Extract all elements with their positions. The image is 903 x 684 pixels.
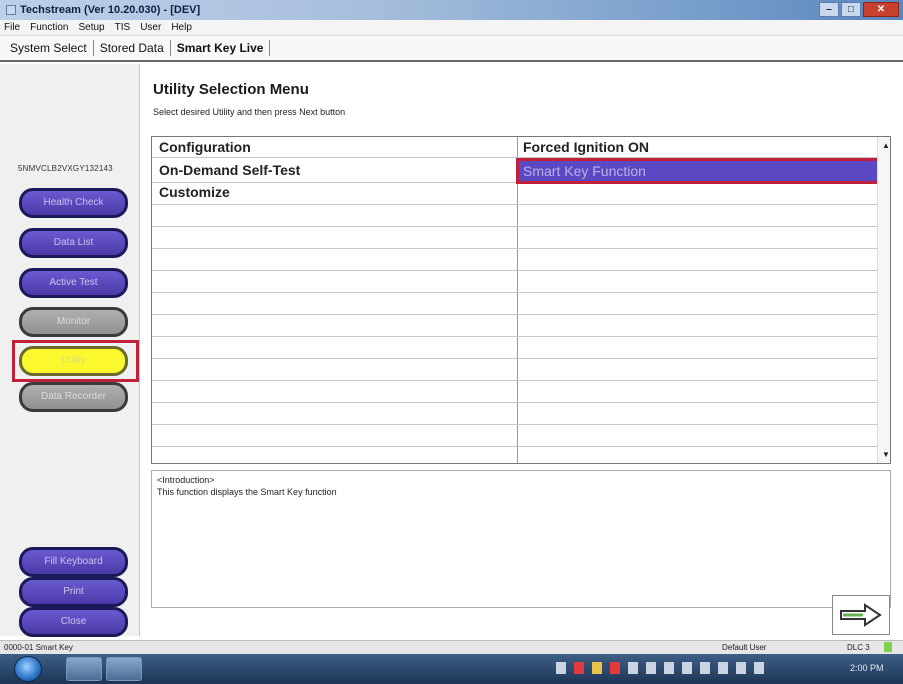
utility-smart-key-function[interactable]: Smart Key Function (516, 158, 882, 184)
maximize-button[interactable]: □ (841, 2, 861, 17)
utility-button[interactable]: Utility (19, 346, 128, 376)
tab-bar: System Select Stored Data Smart Key Live (0, 36, 903, 62)
tab-system-select[interactable]: System Select (4, 40, 94, 56)
menu-tis[interactable]: TIS (115, 22, 131, 33)
menu-file[interactable]: File (4, 22, 20, 33)
menu-function[interactable]: Function (30, 22, 68, 33)
row-divider (152, 292, 878, 293)
introduction-panel: <Introduction> This function displays th… (151, 470, 891, 608)
taskbar-clock: 2:00 PM (850, 663, 884, 673)
row-divider (152, 358, 878, 359)
next-arrow-icon (840, 603, 882, 627)
row-divider (152, 336, 878, 337)
start-button[interactable] (14, 656, 42, 682)
tray-icon[interactable] (628, 662, 638, 674)
status-user: Default User (722, 643, 767, 652)
monitor-button[interactable]: Monitor (19, 307, 128, 337)
scroll-up-icon[interactable]: ▲ (882, 141, 890, 150)
status-bar: 0000-01 Smart Key Default User DLC 3 (0, 640, 903, 654)
menu-user[interactable]: User (140, 22, 161, 33)
taskbar-app-techstream[interactable] (66, 657, 102, 681)
page-title: Utility Selection Menu (153, 81, 309, 98)
scroll-down-icon[interactable]: ▼ (882, 450, 890, 459)
tray-icon[interactable] (574, 662, 584, 674)
tray-icon[interactable] (718, 662, 728, 674)
row-divider (152, 182, 878, 183)
row-divider (152, 270, 878, 271)
utility-customize[interactable]: Customize (159, 184, 230, 201)
utility-forced-ignition-on[interactable]: Forced Ignition ON (523, 139, 649, 156)
tray-icon[interactable] (610, 662, 620, 674)
system-tray (556, 662, 764, 674)
vin-label: 5NMVCLB2VXGY132143 (18, 164, 113, 173)
menu-bar: File Function Setup TIS User Help (0, 20, 903, 36)
sidebar: 5NMVCLB2VXGY132143 Health Check Data Lis… (0, 64, 140, 637)
row-divider (152, 204, 878, 205)
tray-icon[interactable] (700, 662, 710, 674)
tray-icon[interactable] (646, 662, 656, 674)
data-recorder-button[interactable]: Data Recorder (19, 382, 128, 412)
introduction-text: This function displays the Smart Key fun… (157, 487, 337, 497)
utility-list: Configuration On-Demand Self-Test Custom… (151, 136, 891, 464)
tray-icon[interactable] (736, 662, 746, 674)
minimize-button[interactable]: – (819, 2, 839, 17)
column-divider (517, 137, 518, 463)
menu-setup[interactable]: Setup (78, 22, 104, 33)
row-divider (152, 157, 878, 158)
tray-icon[interactable] (754, 662, 764, 674)
list-scrollbar[interactable]: ▲ ▼ (877, 137, 890, 463)
row-divider (152, 314, 878, 315)
title-bar: Techstream (Ver 10.20.030) - [DEV] – □ ✕ (0, 0, 903, 20)
tab-stored-data[interactable]: Stored Data (94, 40, 171, 56)
tray-icon[interactable] (682, 662, 692, 674)
utility-on-demand-self-test[interactable]: On-Demand Self-Test (159, 162, 300, 179)
active-test-button[interactable]: Active Test (19, 268, 128, 298)
status-dlc: DLC 3 (847, 643, 870, 652)
status-system: 0000-01 Smart Key (4, 643, 73, 652)
print-button[interactable]: Print (19, 577, 128, 607)
connection-indicator-icon (884, 642, 892, 652)
utility-configuration[interactable]: Configuration (159, 139, 251, 156)
row-divider (152, 380, 878, 381)
row-divider (152, 446, 878, 447)
tray-icon[interactable] (664, 662, 674, 674)
app-icon (6, 5, 16, 15)
tray-icon[interactable] (592, 662, 602, 674)
page-subtitle: Select desired Utility and then press Ne… (153, 107, 346, 117)
next-button[interactable] (832, 595, 890, 635)
close-window-button[interactable]: ✕ (863, 2, 899, 17)
taskbar: 2:00 PM (0, 654, 903, 684)
tray-icon[interactable] (556, 662, 566, 674)
close-button[interactable]: Close (19, 607, 128, 637)
health-check-button[interactable]: Health Check (19, 188, 128, 218)
taskbar-app[interactable] (106, 657, 142, 681)
window-title: Techstream (Ver 10.20.030) - [DEV] (20, 4, 201, 16)
tab-smart-key-live[interactable]: Smart Key Live (171, 40, 271, 56)
introduction-heading: <Introduction> (157, 475, 215, 485)
row-divider (152, 226, 878, 227)
data-list-button[interactable]: Data List (19, 228, 128, 258)
row-divider (152, 424, 878, 425)
row-divider (152, 402, 878, 403)
menu-help[interactable]: Help (171, 22, 192, 33)
row-divider (152, 248, 878, 249)
fill-keyboard-button[interactable]: Fill Keyboard (19, 547, 128, 577)
window-controls: – □ ✕ (819, 2, 899, 17)
